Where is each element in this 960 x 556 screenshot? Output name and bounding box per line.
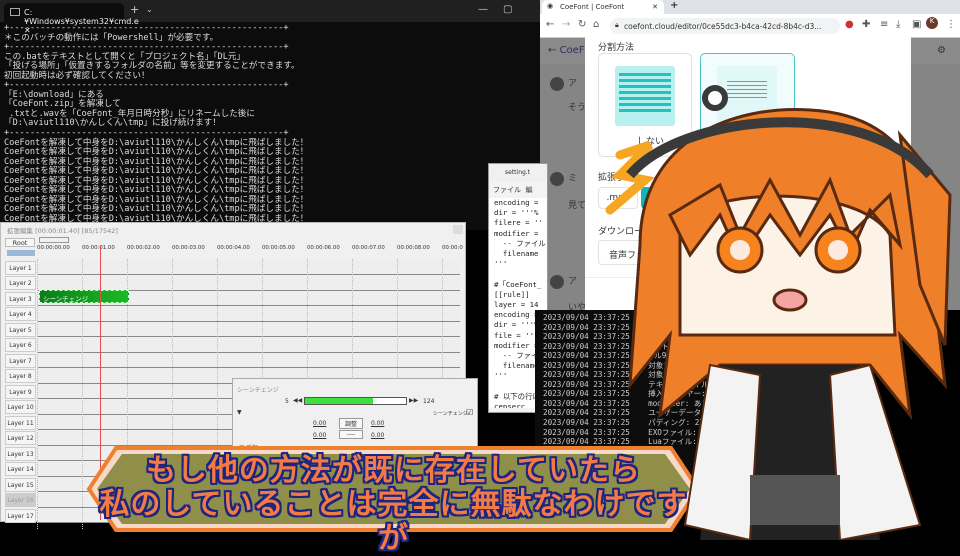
page-title: CoeF bbox=[559, 45, 585, 56]
browser-tab[interactable]: ◉ CoeFont | CoeFont ✕ bbox=[542, 0, 664, 14]
prev-icon[interactable]: ◀◀ bbox=[293, 397, 302, 404]
value-field[interactable]: 0.00 bbox=[371, 432, 384, 439]
profile-avatar[interactable]: K bbox=[926, 17, 938, 29]
address-bar[interactable]: 🔒︎ coefont.cloud/editor/0ce55dc3-b4ca-42c… bbox=[610, 18, 840, 34]
zoom-slider[interactable] bbox=[7, 250, 35, 256]
collapse-icon[interactable]: ▼ bbox=[237, 409, 242, 416]
menu-edit[interactable]: 編 bbox=[525, 186, 532, 194]
time-label: 00:00:05.00 bbox=[262, 245, 295, 251]
time-label: 00:00:01.00 bbox=[82, 245, 115, 251]
menu-icon[interactable]: ⋮ bbox=[946, 19, 956, 30]
end-frame: 124 bbox=[423, 398, 435, 405]
sidebar-icon[interactable]: ▣ bbox=[912, 19, 921, 30]
scene-change-clip[interactable]: シーンチェンジ bbox=[39, 290, 129, 303]
value-field[interactable]: 0.00 bbox=[371, 420, 384, 427]
timeline-title: 拡張編集 [00:00:01.40] [85/17542] bbox=[7, 227, 118, 235]
list-item-text[interactable]: 見て bbox=[568, 198, 586, 211]
list-item[interactable]: ア bbox=[550, 76, 577, 91]
reload-icon[interactable]: ↻ bbox=[578, 19, 586, 30]
puzzle-icon[interactable]: ✚ bbox=[862, 19, 870, 30]
layer-label[interactable]: Layer 5 bbox=[5, 322, 36, 337]
value-field[interactable]: 0.00 bbox=[313, 432, 326, 439]
layer-label[interactable]: Layer 2 bbox=[5, 276, 36, 290]
list-item[interactable]: ミ bbox=[550, 171, 577, 186]
cmd-tab[interactable]: C:¥Windows¥system32¥cmd.e ✕ bbox=[4, 3, 139, 35]
layer-label[interactable]: Layer 15 bbox=[5, 477, 36, 492]
cmd-output: +---------------------------------------… bbox=[4, 23, 309, 224]
layer-label[interactable]: Layer 12 bbox=[5, 431, 36, 445]
chevron-down-icon[interactable]: ⌄ bbox=[146, 5, 153, 14]
root-button[interactable]: Root bbox=[5, 238, 35, 247]
list-item[interactable]: ア bbox=[550, 274, 577, 289]
layer-label[interactable]: Layer 6 bbox=[5, 338, 36, 352]
avatar bbox=[550, 171, 564, 186]
extension-icon[interactable]: ● bbox=[845, 19, 854, 30]
download-icon[interactable]: ⤓ bbox=[896, 19, 900, 30]
layer-label[interactable]: Layer 11 bbox=[5, 415, 36, 430]
item-text: 見て bbox=[568, 201, 587, 211]
close-button[interactable] bbox=[453, 225, 463, 234]
layer-label[interactable]: Layer 9 bbox=[5, 384, 36, 399]
minimize-icon[interactable]: — bbox=[478, 4, 488, 15]
layer-label[interactable]: Layer 7 bbox=[5, 353, 36, 368]
adjust-button[interactable]: 調整 bbox=[339, 418, 363, 429]
time-label: 00:00:0 bbox=[442, 245, 463, 251]
shock-mark-icon bbox=[605, 140, 655, 215]
layer-label[interactable]: Layer 13 bbox=[5, 446, 36, 461]
gear-icon[interactable]: ⚙ bbox=[937, 45, 946, 56]
list-item-text[interactable]: そう bbox=[568, 100, 586, 113]
cmd-tabbar: C:¥Windows¥system32¥cmd.e ✕ + ⌄ — ▢ bbox=[0, 0, 540, 35]
horizontal-scrollbar[interactable] bbox=[39, 237, 69, 243]
layer-label[interactable]: Layer 16 bbox=[5, 493, 36, 507]
time-label: 00:00:07.00 bbox=[352, 245, 385, 251]
back-icon[interactable]: ← bbox=[546, 19, 554, 30]
anime-character-avatar bbox=[605, 85, 952, 540]
scene-change-checkbox-label: シーンチェンジ bbox=[433, 411, 468, 417]
layer-label[interactable]: Layer 17 bbox=[5, 508, 36, 523]
maximize-icon[interactable]: ▢ bbox=[503, 4, 512, 15]
layer-label[interactable]: Layer 3 bbox=[5, 291, 36, 306]
time-label: 00:00:08.00 bbox=[397, 245, 430, 251]
split-method-label: 分割方法 bbox=[598, 43, 635, 53]
layer-label[interactable]: Layer 8 bbox=[5, 369, 36, 383]
new-tab-icon[interactable]: + bbox=[130, 3, 139, 16]
globe-icon: ◉ bbox=[547, 2, 554, 10]
close-tab-icon[interactable]: ✕ bbox=[652, 3, 658, 11]
speaker-name: ミ bbox=[568, 174, 578, 184]
lock-icon: 🔒︎ bbox=[615, 21, 619, 29]
layer-label[interactable]: Layer 10 bbox=[5, 400, 36, 414]
time-label: 00:00:06.00 bbox=[307, 245, 340, 251]
media-icon[interactable]: ≡ bbox=[880, 19, 888, 30]
frame-slider[interactable] bbox=[304, 397, 407, 405]
grid-line bbox=[37, 259, 38, 529]
layer-label[interactable]: Layer 4 bbox=[5, 307, 36, 321]
value-field[interactable]: 0.00 bbox=[313, 420, 326, 427]
avatar bbox=[550, 76, 564, 91]
back-arrow-icon[interactable]: ← bbox=[548, 45, 560, 56]
scene-change-checkbox[interactable]: ☑ bbox=[466, 408, 473, 417]
next-icon[interactable]: ▶▶ bbox=[409, 397, 418, 404]
time-label: 00:00:02.00 bbox=[127, 245, 160, 251]
home-icon[interactable]: ⌂ bbox=[593, 19, 599, 30]
item-text: そう bbox=[568, 103, 587, 113]
notepad-title: setting.t bbox=[505, 169, 531, 176]
avatar bbox=[550, 274, 564, 289]
start-frame: 5 bbox=[285, 398, 289, 405]
speaker-name: ア bbox=[568, 277, 578, 287]
menu-file[interactable]: ファイル bbox=[493, 186, 521, 194]
time-label: 00:00:03.00 bbox=[172, 245, 205, 251]
option-button[interactable]: ---- bbox=[339, 430, 363, 439]
terminal-icon bbox=[10, 8, 20, 16]
forward-icon[interactable]: → bbox=[562, 19, 570, 30]
url-text: coefont.cloud/editor/0ce55dc3-b4ca-42cd-… bbox=[624, 22, 822, 31]
new-tab-icon[interactable]: + bbox=[670, 0, 678, 11]
browser-tab-title: CoeFont | CoeFont bbox=[560, 3, 625, 11]
cmd-window: C:¥Windows¥system32¥cmd.e ✕ + ⌄ — ▢ +---… bbox=[0, 0, 540, 230]
layer-label[interactable]: Layer 1 bbox=[5, 260, 36, 275]
time-label: 00:00:04.00 bbox=[217, 245, 250, 251]
time-label: 00:00:00.00 bbox=[37, 245, 70, 251]
layer-label[interactable]: Layer 14 bbox=[5, 462, 36, 476]
speaker-name: ア bbox=[568, 79, 578, 89]
